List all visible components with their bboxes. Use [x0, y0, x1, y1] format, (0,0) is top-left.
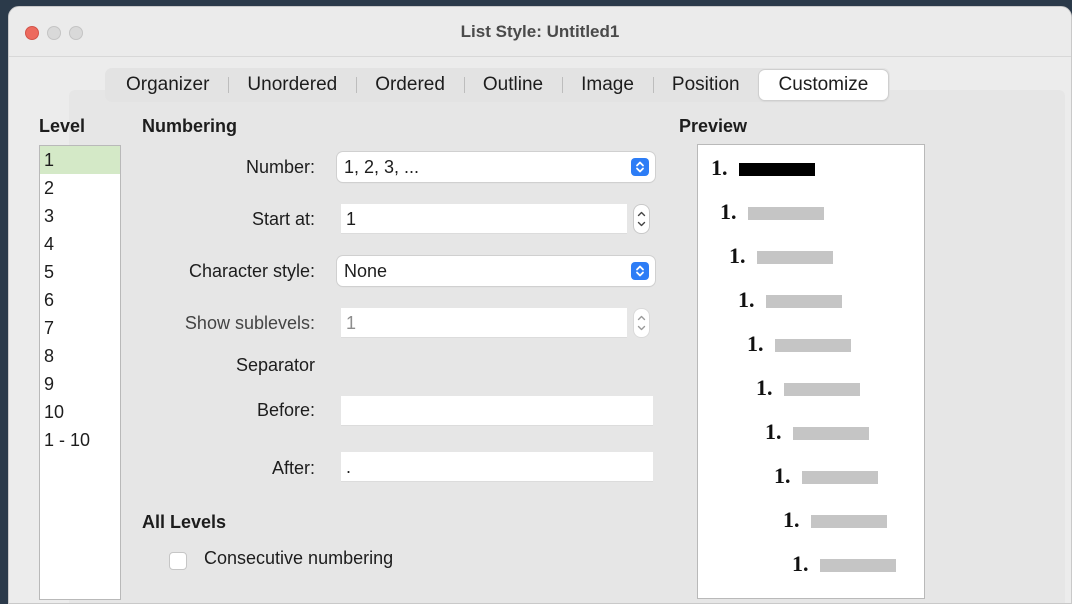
number-label: Number:	[245, 157, 315, 177]
preview-text-bar	[811, 515, 887, 528]
preview-number: 1.	[756, 375, 773, 400]
preview-text-bar	[757, 251, 833, 264]
select-chevrons-icon	[631, 158, 649, 176]
tab-ordered[interactable]: Ordered	[356, 70, 464, 100]
tab-position[interactable]: Position	[652, 70, 759, 100]
preview-heading: Preview	[679, 116, 748, 136]
show-sublevels-label: Show sublevels:	[184, 313, 315, 333]
all-levels-heading: All Levels	[142, 512, 227, 532]
start-at-stepper[interactable]	[633, 204, 650, 234]
preview-number: 1.	[711, 155, 728, 180]
tab-outline[interactable]: Outline	[463, 70, 562, 100]
preview-number: 1.	[747, 331, 764, 356]
level-item-all[interactable]: 1 - 10	[40, 426, 120, 454]
preview-number: 1.	[738, 287, 755, 312]
preview-text-bar	[739, 163, 815, 176]
after-label: After:	[271, 458, 315, 478]
tab-unordered[interactable]: Unordered	[228, 70, 356, 100]
select-chevrons-icon	[631, 262, 649, 280]
title-bar: List Style: Untitled1	[9, 7, 1071, 57]
before-label: Before:	[256, 400, 315, 420]
number-select-value: 1, 2, 3, ...	[344, 157, 420, 177]
level-item-2[interactable]: 2	[40, 174, 120, 202]
before-input[interactable]	[341, 396, 653, 426]
preview-text-bar	[766, 295, 842, 308]
tab-bar: Organizer Unordered Ordered Outline Imag…	[105, 68, 891, 102]
tab-organizer[interactable]: Organizer	[107, 70, 228, 100]
preview-number: 1.	[783, 507, 800, 532]
preview-number: 1.	[774, 463, 791, 488]
preview-text-bar	[784, 383, 860, 396]
show-sublevels-input[interactable]: 1	[341, 308, 627, 338]
consecutive-numbering-label[interactable]: Consecutive numbering	[204, 548, 393, 569]
separator-label: Separator	[235, 355, 315, 375]
tab-customize[interactable]: Customize	[758, 70, 889, 100]
character-style-select[interactable]: None	[337, 256, 655, 286]
preview-number: 1.	[792, 551, 809, 576]
preview-number: 1.	[765, 419, 782, 444]
start-at-input[interactable]: 1	[341, 204, 627, 234]
preview-text-bar	[820, 559, 896, 572]
consecutive-numbering-checkbox[interactable]	[169, 552, 187, 570]
preview-number: 1.	[720, 199, 737, 224]
preview-text-bar	[748, 207, 824, 220]
tab-image[interactable]: Image	[562, 70, 653, 100]
level-item-6[interactable]: 6	[40, 286, 120, 314]
after-input[interactable]: .	[341, 452, 653, 482]
character-style-label: Character style:	[188, 261, 315, 281]
preview-number: 1.	[729, 243, 746, 268]
show-sublevels-stepper[interactable]	[633, 308, 650, 338]
character-style-value: None	[344, 261, 388, 281]
start-at-label: Start at:	[251, 209, 315, 229]
level-item-4[interactable]: 4	[40, 230, 120, 258]
dialog-content: Organizer Unordered Ordered Outline Imag…	[9, 58, 1071, 603]
dialog-window: List Style: Untitled1 Organizer Unordere…	[8, 6, 1072, 604]
preview-text-bar	[775, 339, 851, 352]
number-select[interactable]: 1, 2, 3, ...	[337, 152, 655, 182]
preview-pane: 1. 1. 1. 1. 1. 1. 1. 1. 1. 1.	[697, 144, 925, 599]
numbering-heading: Numbering	[142, 116, 238, 136]
preview-text-bar	[802, 471, 878, 484]
preview-text-bar	[793, 427, 869, 440]
window-title: List Style: Untitled1	[460, 22, 620, 41]
level-heading: Level	[39, 116, 86, 136]
